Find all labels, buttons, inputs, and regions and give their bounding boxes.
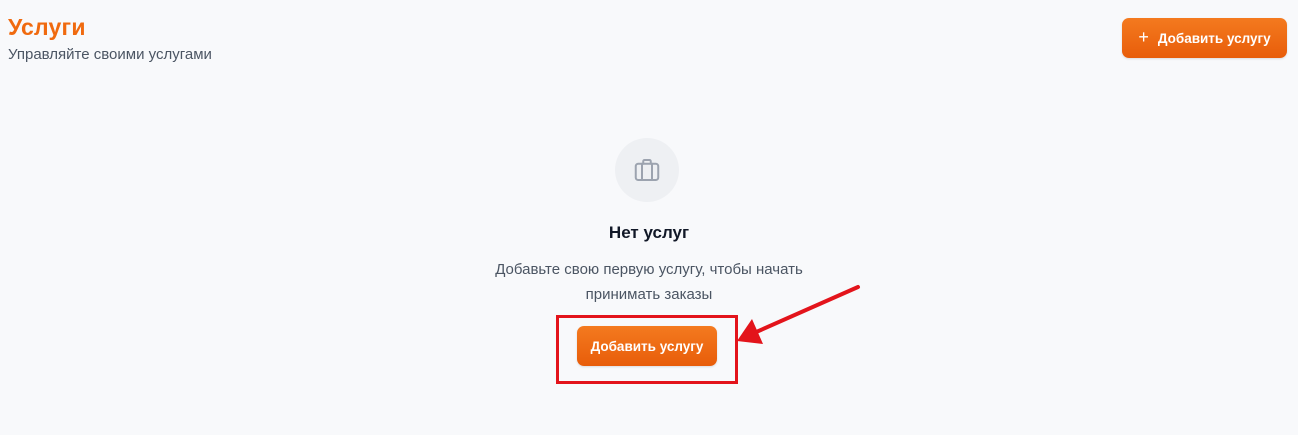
page-subtitle: Управляйте своими услугами xyxy=(8,46,212,63)
empty-state-icon-circle xyxy=(615,138,679,202)
plus-icon: + xyxy=(1138,27,1149,47)
page-title: Услуги xyxy=(8,14,86,40)
empty-state-title: Нет услуг xyxy=(608,223,690,242)
empty-state-description: Добавьте свою первую услугу, чтобы начат… xyxy=(495,261,803,303)
briefcase-icon xyxy=(634,159,660,181)
add-service-button[interactable]: + Добавить услугу xyxy=(1122,18,1287,58)
add-service-button-label: Добавить услугу xyxy=(1157,30,1271,46)
annotation-highlight-box xyxy=(556,315,738,384)
